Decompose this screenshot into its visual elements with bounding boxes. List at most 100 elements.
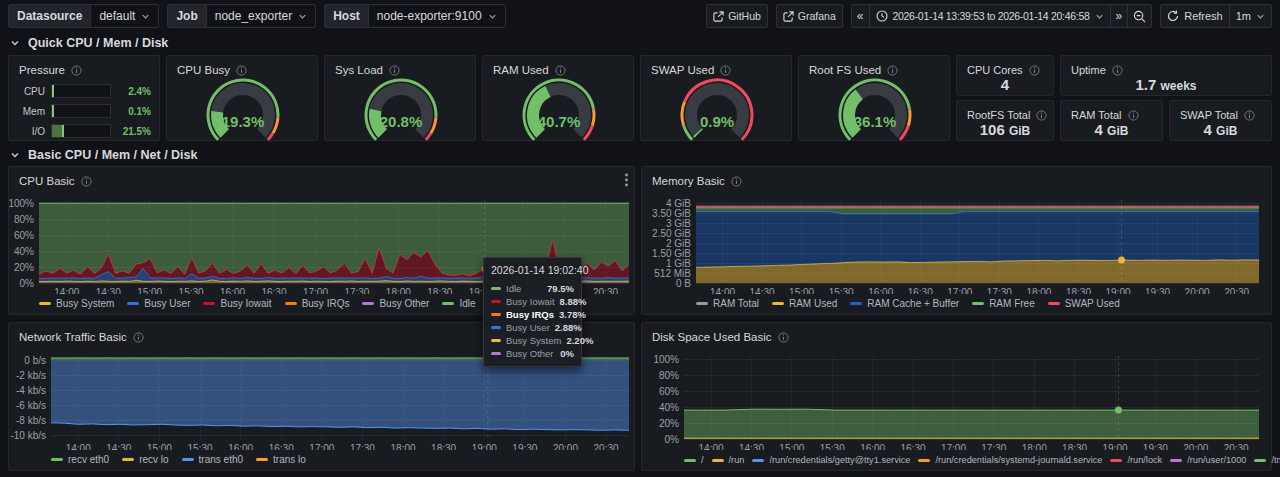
svg-text:15:30: 15:30: [820, 443, 845, 450]
info-icon[interactable]: [71, 65, 82, 76]
github-link-label: GitHub: [728, 10, 761, 22]
legend-label: /: [701, 455, 704, 465]
legend-item[interactable]: /run/lock: [1110, 455, 1162, 465]
legend-label: trans lo: [273, 454, 306, 465]
legend-dash: [696, 302, 708, 305]
section-quick-cpu-mem-disk[interactable]: Quick CPU / Mem / Disk: [10, 36, 168, 50]
variable-value-dropdown[interactable]: default: [91, 5, 158, 27]
legend-item[interactable]: /tmp: [1254, 455, 1280, 465]
legend-item[interactable]: Busy System: [39, 298, 114, 309]
refresh-interval-button[interactable]: 1m: [1229, 5, 1271, 27]
time-shift-forward-button[interactable]: »: [1110, 5, 1128, 27]
legend-item[interactable]: /: [684, 455, 704, 465]
info-icon[interactable]: [1029, 65, 1040, 76]
svg-text:15:00: 15:00: [789, 287, 814, 294]
legend-item[interactable]: Busy User: [127, 298, 190, 309]
svg-text:80%: 80%: [14, 214, 34, 225]
legend-label: /run/credentials/getty@tty1.service: [769, 455, 910, 465]
svg-text:4 GiB: 4 GiB: [666, 198, 691, 209]
legend-item[interactable]: trans eth0: [182, 454, 243, 465]
svg-text:-2 kb/s: -2 kb/s: [16, 370, 46, 381]
legend-label: /run: [729, 455, 745, 465]
tooltip-row: Busy User2.88%: [491, 321, 574, 334]
stat-value: 4 GiB: [1061, 121, 1162, 138]
svg-text:14:00: 14:00: [66, 443, 91, 450]
panel-title: Memory Basic: [652, 175, 725, 187]
panel-menu-icon[interactable]: [625, 173, 628, 191]
svg-text:20:30: 20:30: [593, 287, 618, 294]
legend-item[interactable]: /run: [712, 455, 745, 465]
top-bar: DatasourcedefaultJobnode_exporterHostnod…: [0, 0, 1280, 32]
time-range-button[interactable]: 2026-01-14 13:39:53 to 2026-01-14 20:46:…: [869, 5, 1110, 27]
legend-item[interactable]: Busy IRQs: [285, 298, 350, 309]
info-icon[interactable]: [81, 176, 92, 187]
legend-dash: [1254, 459, 1266, 462]
legend-dash: [51, 458, 63, 461]
tooltip-series-value: 79.5%: [547, 283, 574, 294]
legend-item[interactable]: Busy Iowait: [203, 298, 271, 309]
info-icon[interactable]: [133, 332, 144, 343]
legend-item[interactable]: RAM Cache + Buffer: [850, 298, 959, 309]
svg-text:15:00: 15:00: [137, 287, 162, 294]
info-icon[interactable]: [1112, 65, 1123, 76]
tooltip-series-label: Idle: [506, 283, 542, 294]
legend-dash: [1110, 459, 1122, 462]
info-icon[interactable]: [720, 65, 731, 76]
svg-text:40.7%: 40.7%: [538, 113, 581, 130]
svg-text:0.9%: 0.9%: [700, 113, 734, 130]
section-title: Quick CPU / Mem / Disk: [28, 36, 168, 50]
info-icon[interactable]: [1128, 110, 1139, 121]
info-icon[interactable]: [1036, 110, 1047, 121]
chart-memory-basic[interactable]: 0 B512 MiB1 GiB1.50 GiB2 GiB2.50 GiB3 Gi…: [642, 191, 1271, 294]
legend-item[interactable]: trans lo: [256, 454, 306, 465]
zoom-out-button[interactable]: [1127, 5, 1151, 27]
refresh-button[interactable]: Refresh: [1161, 5, 1229, 27]
svg-text:14:00: 14:00: [699, 443, 724, 450]
legend-item[interactable]: RAM Total: [696, 298, 759, 309]
pressure-bar: [51, 124, 111, 138]
svg-text:14:00: 14:00: [710, 287, 735, 294]
variable-value-dropdown[interactable]: node-exporter:9100: [369, 5, 505, 27]
info-icon[interactable]: [887, 65, 898, 76]
legend-item[interactable]: /run/credentials/systemd-journald.servic…: [918, 455, 1102, 465]
section-basic-cpu-mem-net-disk[interactable]: Basic CPU / Mem / Net / Disk: [10, 148, 198, 162]
svg-text:17:00: 17:00: [941, 443, 966, 450]
panel-sys-load: Sys Load20.8%: [324, 55, 476, 141]
svg-text:36.1%: 36.1%: [854, 113, 897, 130]
legend-item[interactable]: SWAP Used: [1048, 298, 1120, 309]
pressure-bar-fill: [52, 85, 54, 97]
github-link-button[interactable]: GitHub: [706, 4, 768, 28]
chart-legend: Busy System Busy User Busy Iowait Busy IRQs…: [39, 298, 476, 309]
info-icon[interactable]: [555, 65, 566, 76]
legend-item[interactable]: /run/credentials/getty@tty1.service: [752, 455, 910, 465]
grafana-link-button[interactable]: Grafana: [776, 4, 843, 28]
legend-item[interactable]: Busy Other: [362, 298, 429, 309]
legend-label: /run/user/1000: [1187, 455, 1246, 465]
panel-root-fs-used: Root FS Used36.1%: [798, 55, 950, 141]
legend-dash: [182, 458, 194, 461]
legend-item[interactable]: RAM Free: [972, 298, 1035, 309]
info-icon[interactable]: [389, 65, 400, 76]
panel-title: RootFS Total: [967, 109, 1030, 121]
svg-text:100%: 100%: [653, 354, 679, 365]
svg-text:17:30: 17:30: [344, 287, 369, 294]
legend-item[interactable]: RAM Used: [772, 298, 837, 309]
panel-title: CPU Cores: [967, 64, 1023, 76]
info-icon[interactable]: [778, 332, 789, 343]
info-icon[interactable]: [236, 65, 247, 76]
clock-icon: [876, 10, 888, 22]
legend-item[interactable]: Idle: [442, 298, 475, 309]
chart-disk-space-used-basic[interactable]: 0%20%40%60%80%100%14:0014:3015:0015:3016…: [642, 347, 1271, 450]
time-shift-back-button[interactable]: «: [852, 5, 869, 27]
legend-item[interactable]: /run/user/1000: [1170, 455, 1246, 465]
info-icon[interactable]: [731, 176, 742, 187]
svg-text:1 GiB: 1 GiB: [666, 258, 691, 269]
legend-item[interactable]: recv eth0: [51, 454, 109, 465]
variable-value-dropdown[interactable]: node_exporter: [207, 5, 315, 27]
info-icon[interactable]: [1244, 110, 1255, 121]
legend-dash: [362, 302, 374, 305]
svg-text:18:00: 18:00: [1022, 443, 1047, 450]
svg-text:16:30: 16:30: [261, 287, 286, 294]
legend-item[interactable]: recv lo: [122, 454, 168, 465]
stat-value: 4 GiB: [1170, 121, 1271, 138]
